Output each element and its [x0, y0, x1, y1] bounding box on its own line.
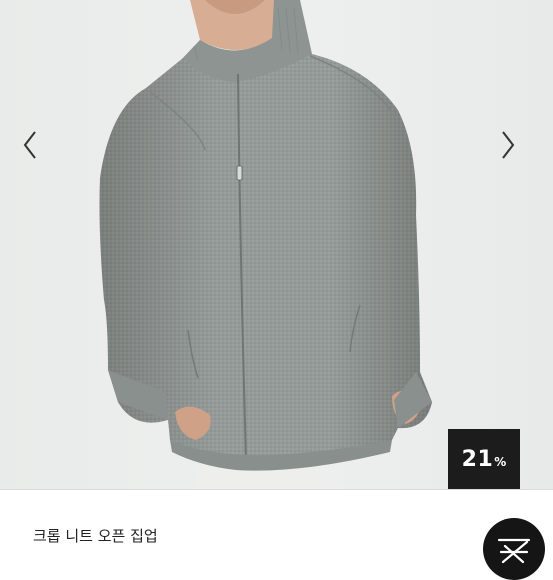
discount-unit: % — [494, 455, 507, 469]
chevron-left-icon — [23, 131, 36, 159]
carousel-prev-button[interactable] — [22, 130, 50, 174]
brand-logo[interactable] — [483, 518, 545, 580]
discount-value: 21 — [461, 446, 494, 472]
product-photo — [99, 0, 432, 489]
discount-badge: 21 % — [448, 429, 520, 489]
divider — [0, 489, 553, 490]
carousel-next-button[interactable] — [500, 130, 528, 174]
chevron-right-icon — [502, 131, 515, 159]
product-title[interactable]: 크롭 니트 오픈 집업 — [33, 525, 158, 546]
brand-logo-icon — [497, 538, 531, 564]
product-image-carousel[interactable]: 21 % — [0, 0, 553, 489]
